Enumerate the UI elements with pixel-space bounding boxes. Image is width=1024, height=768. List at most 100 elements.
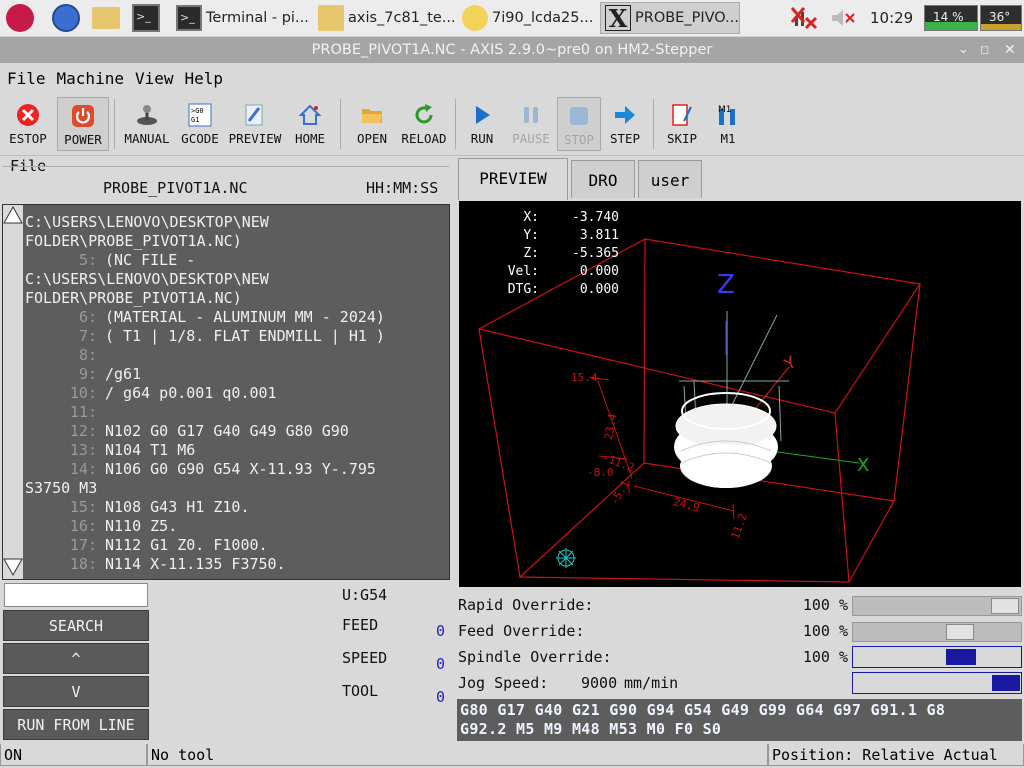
gcode-line[interactable]: 9: /g61 — [25, 365, 141, 383]
gcode-line[interactable]: 13: N104 T1 M6 — [25, 441, 195, 459]
line-number: 9: — [78, 365, 97, 383]
menubar: File Machine View Help — [0, 64, 1024, 94]
gcode-line[interactable]: 18: N114 X-11.135 F3750. — [25, 555, 286, 573]
gcode-listing[interactable]: C:\USERS\LENOVO\DESKTOP\NEW FOLDER\PROBE_… — [2, 204, 450, 580]
dro-vel-value: 0.000 — [579, 264, 619, 279]
menu-view[interactable]: View — [135, 69, 174, 88]
terminal-launcher-icon[interactable]: >_ — [132, 4, 160, 32]
folder-icon — [318, 5, 344, 31]
stop-icon — [570, 107, 588, 125]
menu-machine[interactable]: Machine — [57, 69, 124, 88]
dro-x-label: X: — [523, 210, 539, 225]
search-button[interactable]: SEARCH — [3, 610, 149, 641]
toolbar: ESTOP POWER MANUAL >G0 G1 GCODE PREVIEW H… — [0, 95, 1024, 156]
tab-user[interactable]: user — [638, 160, 702, 198]
taskbar-app-axis[interactable]: X PROBE_PIVO... — [600, 2, 740, 34]
stop-button[interactable]: STOP — [557, 97, 601, 151]
search-input[interactable] — [4, 583, 148, 607]
gcode-line[interactable]: 5: (NC FILE - — [25, 251, 195, 269]
gcode-line[interactable]: 15: N108 G43 H1 Z10. — [25, 498, 250, 516]
gcode-line[interactable]: 8: — [25, 346, 105, 364]
volume-muted-icon[interactable] — [830, 8, 856, 28]
tool-position-icon — [556, 548, 576, 568]
jog-speed-slider[interactable] — [852, 672, 1022, 694]
spindle-override-slider[interactable] — [852, 646, 1022, 668]
gcode-line[interactable]: FOLDER\PROBE_PIVOT1A.NC) — [25, 232, 242, 250]
estop-button[interactable]: ESTOP — [2, 97, 54, 151]
power-button[interactable]: POWER — [57, 97, 109, 151]
browser-icon[interactable] — [52, 4, 80, 32]
taskbar-app-label: axis_7c81_te... — [348, 10, 454, 26]
run-from-line-button[interactable]: RUN FROM LINE — [3, 709, 149, 740]
reload-button[interactable]: RELOAD — [398, 97, 450, 151]
tab-dro[interactable]: DRO — [571, 160, 635, 198]
pause-button[interactable]: PAUSE — [507, 97, 555, 151]
raspberry-menu-icon[interactable] — [6, 4, 34, 32]
search-down-button[interactable]: V — [3, 676, 149, 707]
dim-label: 24.9 — [672, 495, 701, 514]
dro-overlay: X: -3.740 Y: 3.811 Z: -5.365 Vel: 0.000 DTG:… — [459, 209, 659, 299]
gcode-button[interactable]: >G0 G1 GCODE — [178, 97, 222, 151]
feed-override-slider[interactable] — [852, 622, 1022, 642]
open-button[interactable]: OPEN — [350, 97, 394, 151]
rapid-override-slider[interactable] — [852, 596, 1022, 616]
tab-preview[interactable]: PREVIEW — [458, 158, 568, 200]
machine-state: ON — [0, 744, 147, 766]
skip-button[interactable]: SKIP — [660, 97, 704, 151]
maximize-icon[interactable]: ◻ — [980, 37, 989, 63]
line-text: N106 G0 G90 G54 X-11.93 Y-.795 — [105, 460, 376, 478]
slider-knob[interactable] — [992, 675, 1020, 691]
gcode-line[interactable]: S3750 M3 — [25, 479, 97, 497]
window-titlebar[interactable]: PROBE_PIVOT1A.NC - AXIS 2.9.0~pre0 on HM… — [0, 37, 1024, 63]
gcode-line[interactable]: FOLDER\PROBE_PIVOT1A.NC) — [25, 289, 242, 307]
cpu-monitor[interactable]: 14 % — [924, 5, 978, 31]
search-up-button[interactable]: ^ — [3, 643, 149, 674]
taskbar-app-editor[interactable]: 7i90_lcda25... — [458, 2, 594, 34]
scroll-up-arrow-icon[interactable] — [3, 205, 23, 225]
dro-y-value: 3.811 — [579, 228, 619, 243]
file-manager-icon[interactable] — [92, 7, 120, 29]
estop-icon — [17, 104, 39, 126]
menu-help[interactable]: Help — [185, 69, 224, 88]
home-button[interactable]: HOME — [288, 97, 332, 151]
m1-button[interactable]: M1 M1 — [708, 97, 748, 151]
spindle-override-label: Spindle Override: — [458, 648, 612, 666]
scroll-down-arrow-icon[interactable] — [3, 557, 23, 577]
gcode-line[interactable]: 7: ( T1 | 1/8. FLAT ENDMILL | H1 ) — [25, 327, 385, 345]
preview-button[interactable]: PREVIEW — [226, 97, 284, 151]
gcode-line[interactable]: C:\USERS\LENOVO\DESKTOP\NEW — [25, 270, 269, 288]
gcode-line[interactable]: C:\USERS\LENOVO\DESKTOP\NEW — [25, 213, 269, 231]
svg-text:M1: M1 — [718, 105, 732, 115]
gcode-scrollbar[interactable] — [3, 205, 23, 579]
run-button[interactable]: RUN — [462, 97, 502, 151]
gcode-line[interactable]: 16: N110 Z5. — [25, 517, 177, 535]
rapid-override-label: Rapid Override: — [458, 596, 594, 614]
taskbar: >_ >_ Terminal - pi... axis_7c81_te... 7… — [0, 0, 1024, 37]
rapid-override-value: 100 % — [802, 596, 848, 614]
minimize-icon[interactable]: ⌄ — [958, 37, 969, 63]
gcode-line[interactable]: 11: — [25, 403, 105, 421]
close-icon[interactable]: ✕ — [1004, 37, 1016, 63]
taskbar-app-folder[interactable]: axis_7c81_te... — [314, 2, 454, 34]
manual-button[interactable]: MANUAL — [120, 97, 174, 151]
speed-value: 0 — [436, 655, 446, 673]
temperature-monitor[interactable]: 36° — [980, 5, 1022, 31]
slider-knob[interactable] — [946, 624, 974, 640]
gcode-line[interactable]: 14: N106 G0 G90 G54 X-11.93 Y-.795 — [25, 460, 376, 478]
menu-file[interactable]: File — [7, 69, 46, 88]
feed-label: FEED — [342, 616, 379, 634]
gcode-line[interactable]: 10: / g64 p0.001 q0.001 — [25, 384, 277, 402]
gcode-line[interactable]: 12: N102 G0 G17 G40 G49 G80 G90 — [25, 422, 349, 440]
network-disconnected-icon[interactable] — [790, 6, 818, 30]
position-mode: Position: Relative Actual — [768, 744, 1024, 766]
slider-knob[interactable] — [946, 649, 976, 665]
gcode-line[interactable]: 6: (MATERIAL - ALUMINUM MM - 2024) — [25, 308, 385, 326]
line-text: C:\USERS\LENOVO\DESKTOP\NEW — [25, 213, 269, 231]
step-button[interactable]: STEP — [605, 97, 645, 151]
dro-y-label: Y: — [523, 228, 539, 243]
taskbar-app-terminal[interactable]: >_ Terminal - pi... — [172, 2, 308, 34]
toolpath-preview[interactable]: 15.4 23.4 -11.2 -8.0 -5.1 24.9 11.2 Z Y … — [459, 201, 1021, 587]
gcode-line[interactable]: 17: N112 G1 Z0. F1000. — [25, 536, 268, 554]
slider-knob[interactable] — [991, 598, 1019, 614]
clock[interactable]: 10:29 — [870, 9, 913, 27]
